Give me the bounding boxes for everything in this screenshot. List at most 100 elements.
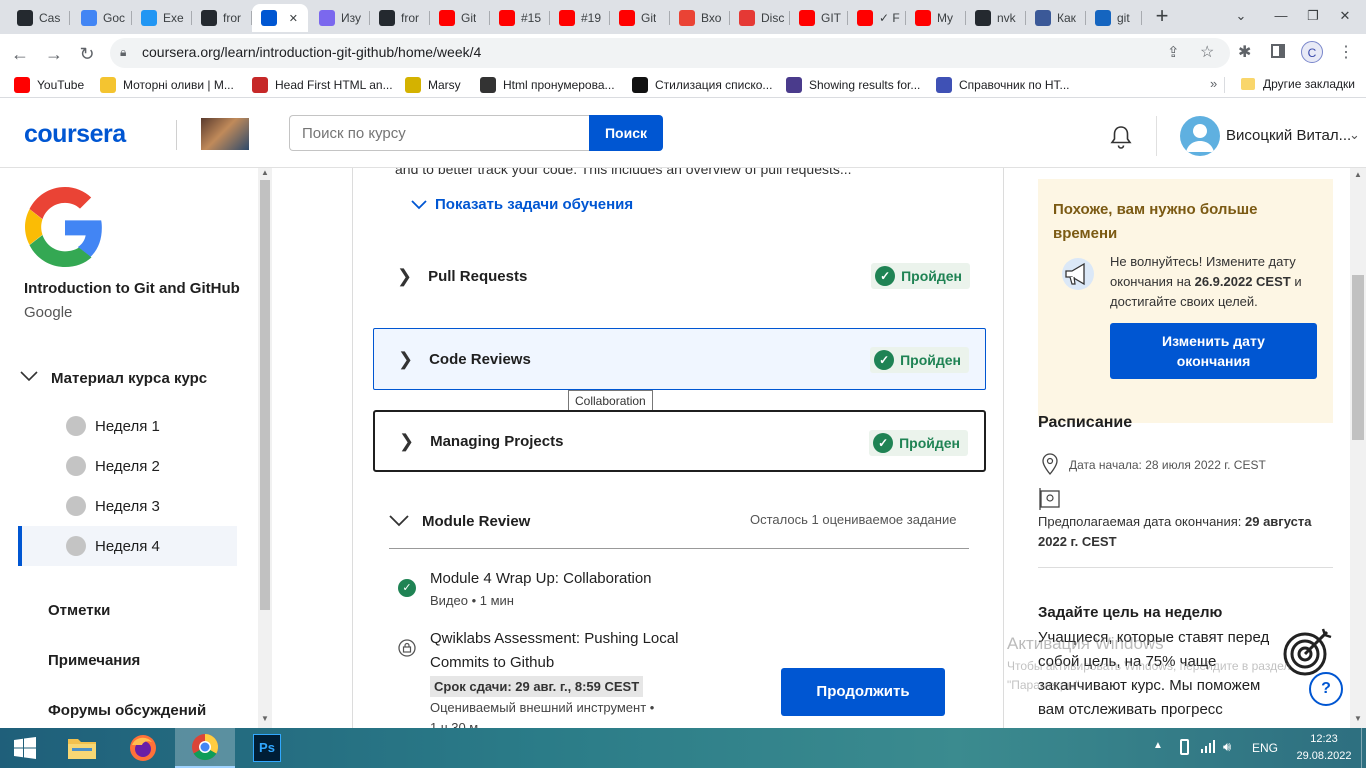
sidebar-item-week-3[interactable]: Неделя 3 (66, 486, 160, 526)
grades-link[interactable]: Отметки (48, 602, 110, 619)
browser-tab[interactable]: #19 (550, 4, 610, 32)
course-search-input[interactable] (289, 115, 589, 151)
url-text[interactable]: coursera.org/learn/introduction-git-gith… (142, 44, 481, 60)
browser-tab[interactable]: Как (1026, 4, 1086, 32)
item-title-line-2[interactable]: Commits to Github (430, 654, 554, 671)
show-desktop-button[interactable] (1361, 728, 1366, 768)
scroll-down-arrow-icon[interactable]: ▼ (1354, 714, 1362, 723)
page-scrollbar[interactable] (1350, 168, 1366, 728)
browser-tab[interactable]: My (906, 4, 966, 32)
browser-tab[interactable]: Git (430, 4, 490, 32)
language-indicator[interactable]: ENG (1252, 741, 1278, 755)
coursera-icon (261, 10, 277, 26)
notes-link[interactable]: Примечания (48, 652, 140, 669)
scroll-down-arrow-icon[interactable]: ▼ (261, 714, 269, 723)
browser-tab[interactable]: ✕ (252, 4, 308, 32)
help-button[interactable]: ? (1309, 672, 1343, 706)
show-objectives-link[interactable]: Показать задачи обучения (435, 196, 633, 213)
other-bookmarks[interactable]: Другие закладки (1263, 77, 1355, 91)
chrome-taskbar-icon[interactable] (175, 728, 235, 768)
bookmark-item[interactable]: Моторні оливи | М... (100, 76, 234, 94)
firefox-icon[interactable] (113, 728, 173, 768)
course-title[interactable]: Introduction to Git and GitHub (24, 280, 240, 297)
module-review-title[interactable]: Module Review (422, 513, 530, 530)
page-scrollbar-thumb[interactable] (1352, 275, 1364, 440)
forward-icon[interactable]: → (40, 40, 68, 68)
extensions-icon[interactable]: ✱ (1238, 42, 1251, 62)
browser-tab[interactable]: nvk (966, 4, 1026, 32)
browser-tab[interactable]: git (1086, 4, 1142, 32)
check-icon: ✓ (874, 350, 895, 370)
chevron-down-icon[interactable] (411, 197, 427, 210)
clock-time[interactable]: 12:23 (1303, 733, 1345, 745)
browser-tab[interactable]: GIT (790, 4, 848, 32)
network-signal-icon[interactable] (1200, 738, 1216, 754)
browser-tab[interactable]: #15 (490, 4, 550, 32)
browser-tab[interactable]: Exe (132, 4, 192, 32)
browser-tab[interactable]: Git (610, 4, 670, 32)
sidebar-item-week-1[interactable]: Неделя 1 (66, 406, 160, 446)
file-explorer-icon[interactable] (52, 728, 112, 768)
chevron-down-icon[interactable] (389, 513, 409, 527)
lesson-managing-projects[interactable]: ❯ Managing Projects ✓ Пройден (373, 410, 986, 472)
bookmark-item[interactable]: Showing results for... (786, 76, 920, 94)
course-material-toggle[interactable]: Материал курса курс (51, 370, 207, 387)
start-date: Дата начала: 28 июля 2022 г. CEST (1069, 458, 1266, 472)
item-title-line-1[interactable]: Qwiklabs Assessment: Pushing Local (430, 630, 678, 647)
browser-tab[interactable]: fror (192, 4, 252, 32)
photoshop-icon[interactable]: Ps (237, 728, 297, 768)
share-icon[interactable]: ⇪ (1167, 43, 1180, 61)
bookmark-item[interactable]: Head First HTML an... (252, 76, 393, 94)
user-name[interactable]: Висоцкий Витал... (1226, 127, 1351, 144)
new-tab-button[interactable]: + (1148, 5, 1176, 29)
lesson-pull-requests[interactable]: ❯ Pull Requests ✓ Пройден (373, 245, 986, 307)
browser-tab[interactable]: Вхо (670, 4, 730, 32)
forums-link[interactable]: Форумы обсуждений (48, 702, 206, 719)
browser-tab[interactable]: Disc (730, 4, 790, 32)
chevron-down-icon[interactable]: ⌄ (1349, 127, 1360, 143)
bookmark-item[interactable]: Html пронумерова... (480, 76, 615, 94)
browser-tab[interactable]: ✓ F (848, 4, 906, 32)
bookmark-item[interactable]: Справочник по НТ... (936, 76, 1070, 94)
sidebar-item-week-2[interactable]: Неделя 2 (66, 446, 160, 486)
sidebar-scrollbar-thumb[interactable] (260, 180, 270, 610)
bookmark-item[interactable]: YouTube (14, 76, 84, 94)
change-date-button[interactable]: Изменить дату окончания (1110, 323, 1317, 379)
lesson-code-reviews[interactable]: ❯ Code Reviews ✓ Пройден (373, 328, 986, 390)
side-panel-icon[interactable] (1271, 44, 1285, 58)
bookmark-item[interactable]: Стилизация списко... (632, 76, 772, 94)
chevron-down-icon[interactable] (20, 369, 38, 383)
scroll-up-arrow-icon[interactable]: ▲ (1354, 170, 1362, 179)
status-label: Пройден (899, 435, 960, 451)
close-tab-icon[interactable]: ✕ (289, 12, 298, 25)
lock-icon[interactable]: 🔒︎ (120, 45, 126, 60)
sidebar-item-week-4[interactable]: Неделя 4 (66, 526, 160, 566)
back-icon[interactable]: ← (6, 40, 34, 68)
bookmark-item[interactable]: Marsy (405, 76, 461, 94)
reload-icon[interactable]: ↻ (73, 40, 101, 68)
tray-chevron-up-icon[interactable]: ▲ (1153, 740, 1163, 751)
browser-tab[interactable]: Goc (72, 4, 132, 32)
partner-thumbnail[interactable] (201, 118, 249, 150)
volume-icon[interactable]: 🔊︎ (1223, 739, 1231, 755)
browser-tab[interactable]: fror (370, 4, 430, 32)
battery-icon[interactable] (1180, 739, 1189, 755)
browser-tab[interactable]: Изу (310, 4, 370, 32)
coursera-logo[interactable]: coursera (24, 120, 126, 149)
scroll-up-arrow-icon[interactable]: ▲ (261, 168, 269, 177)
profile-avatar[interactable]: C (1301, 41, 1323, 63)
item-title[interactable]: Module 4 Wrap Up: Collaboration (430, 570, 652, 587)
search-button[interactable]: Поиск (589, 115, 663, 151)
close-window-button[interactable]: ✕ (1322, 0, 1366, 34)
github-icon (975, 10, 991, 26)
bell-icon[interactable] (1109, 124, 1133, 150)
bookmark-star-icon[interactable]: ☆ (1200, 42, 1214, 62)
clock-date[interactable]: 29.08.2022 (1292, 750, 1356, 762)
bookmarks-divider (1224, 77, 1225, 93)
more-bookmarks-icon[interactable]: » (1210, 76, 1217, 91)
menu-kebab-icon[interactable]: ⋮ (1338, 42, 1354, 62)
browser-tab[interactable]: Cas (8, 4, 70, 32)
user-avatar[interactable] (1180, 116, 1220, 156)
windows-start-icon[interactable] (0, 728, 50, 768)
continue-button[interactable]: Продолжить (781, 668, 945, 716)
